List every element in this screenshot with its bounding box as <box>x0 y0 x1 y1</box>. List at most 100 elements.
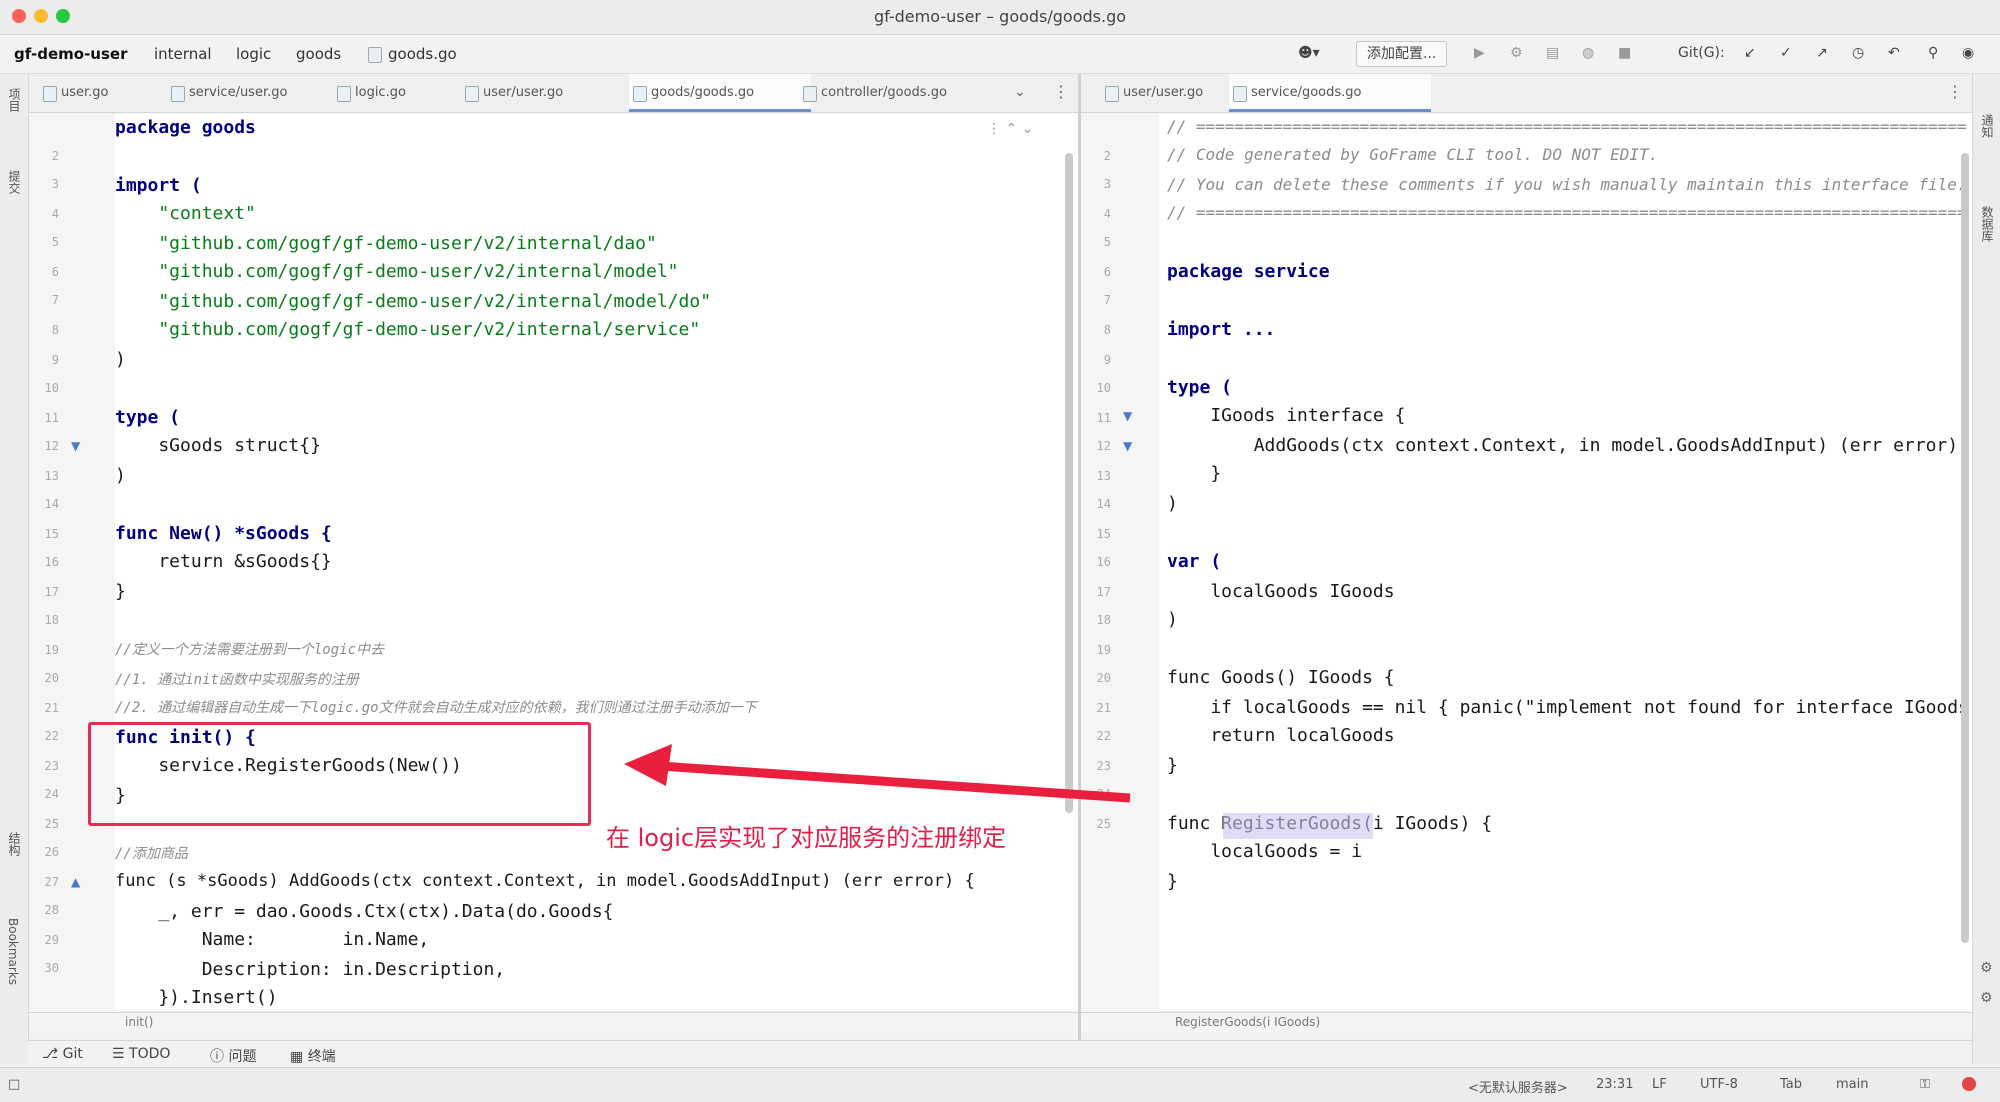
breadcrumb-internal[interactable]: internal <box>154 45 212 63</box>
tool-git[interactable]: ⎇ Git <box>42 1046 83 1062</box>
tab-service-goods-go[interactable]: service/goods.go <box>1229 74 1431 112</box>
error-indicator-icon[interactable] <box>1962 1077 1976 1091</box>
code-line: localGoods = i <box>1167 841 1363 862</box>
sidebar-structure[interactable]: 结构 <box>6 832 23 856</box>
event-log-icon[interactable]: ⚙ <box>1980 990 1993 1006</box>
line-number: 18 <box>44 613 59 627</box>
rollback-icon[interactable]: ↶ <box>1888 41 1900 65</box>
left-tool-sidebar: 项目 提交 结构 Bookmarks <box>0 74 29 1064</box>
debug-icon[interactable]: ⚙ <box>1510 41 1523 65</box>
profile-icon[interactable]: ◍ <box>1582 41 1594 65</box>
breadcrumb-project[interactable]: gf-demo-user <box>14 45 127 63</box>
code-line: func Goods() IGoods { <box>1167 667 1395 688</box>
user-icon[interactable]: ☻▾ <box>1298 41 1320 65</box>
git-push-icon[interactable]: ↗ <box>1816 41 1828 65</box>
git-branch-status[interactable]: main <box>1836 1077 1868 1092</box>
tab-right-user-go[interactable]: user/user.go <box>1101 74 1243 112</box>
server-status[interactable]: <无默认服务器> <box>1468 1077 1568 1096</box>
code-line: } <box>1167 463 1222 484</box>
editor-scope-hint[interactable]: init() <box>125 1015 153 1029</box>
implemented-gutter-icon[interactable]: ▼ <box>1123 439 1132 453</box>
tab-controller-goods-go[interactable]: controller/goods.go <box>799 74 1021 112</box>
encoding-status[interactable]: UTF-8 <box>1700 1077 1738 1092</box>
breadcrumb-file[interactable]: goods.go <box>388 45 457 63</box>
line-number: 20 <box>44 671 59 685</box>
implementation-gutter-icon[interactable]: ▼ <box>71 439 80 453</box>
vertical-scrollbar[interactable] <box>1065 153 1073 813</box>
line-number: 27 <box>44 875 59 889</box>
code-line: Description: in.Description, <box>115 959 506 980</box>
sidebar-notifications[interactable]: 通知 <box>1979 114 1996 138</box>
more-tabs-icon[interactable]: ⋮ <box>1053 82 1069 101</box>
tab-user-user-go[interactable]: user/user.go <box>461 74 643 112</box>
vertical-scrollbar[interactable] <box>1961 153 1969 943</box>
code-line: ) <box>115 349 126 370</box>
line-number: 4 <box>51 207 59 221</box>
tab-logic-go[interactable]: logic.go <box>333 74 475 112</box>
go-file-icon <box>465 86 479 102</box>
tab-list-chevron-icon[interactable]: ⌄ <box>1014 84 1026 100</box>
line-number: 21 <box>44 701 59 715</box>
implemented-gutter-icon[interactable]: ▼ <box>1123 409 1132 423</box>
line-number: 11 <box>44 411 59 425</box>
code-comment: //添加商品 <box>115 846 188 862</box>
line-number: 23 <box>44 759 59 773</box>
implements-gutter-icon[interactable]: ▲ <box>71 875 80 889</box>
settings-icon[interactable]: ⚙ <box>1980 960 1993 976</box>
line-separator[interactable]: LF <box>1652 1077 1667 1092</box>
code-comment: // You can delete these comments if you … <box>1167 175 1967 194</box>
go-file-icon <box>1105 86 1119 102</box>
go-file-icon <box>803 86 817 102</box>
tool-terminal[interactable]: ▦ 终端 <box>290 1046 336 1066</box>
line-number: 30 <box>44 961 59 975</box>
right-code-editor[interactable]: 2 3 4 5 6 7 8 9 10 11 12 ▼ ▼ 13 14 15 16… <box>1081 113 1972 1011</box>
line-number: 17 <box>1096 585 1111 599</box>
line-number: 22 <box>44 729 59 743</box>
editor-scope-hint[interactable]: RegisterGoods(i IGoods) <box>1175 1015 1320 1029</box>
ide-logo-icon[interactable]: ◉ <box>1962 41 1974 65</box>
tab-user-go[interactable]: user.go <box>39 74 181 112</box>
history-icon[interactable]: ◷ <box>1852 41 1864 65</box>
line-number: 7 <box>51 293 59 307</box>
sidebar-bookmarks[interactable]: Bookmarks <box>6 918 20 985</box>
breadcrumb-logic[interactable]: logic <box>236 45 271 63</box>
sidebar-commit[interactable]: 提交 <box>6 170 23 194</box>
right-editor-breadcrumb: RegisterGoods(i IGoods) <box>1081 1012 1972 1033</box>
line-number: 24 <box>44 787 59 801</box>
left-tab-bar: user.go service/user.go logic.go user/us… <box>29 74 1078 113</box>
lock-icon[interactable]: ⚿ <box>1920 1077 1930 1092</box>
editor-actions-icon[interactable]: ⋮ ⌃ ⌄ <box>987 121 1033 137</box>
sidebar-project[interactable]: 项目 <box>6 88 23 112</box>
bottom-toolbar: ⎇ Git ☰ TODO ⓘ 问题 ▦ 终端 <box>28 1040 1972 1067</box>
run-icon[interactable]: ▶ <box>1474 41 1485 65</box>
line-number: 29 <box>44 933 59 947</box>
git-commit-icon[interactable]: ✓ <box>1780 41 1792 65</box>
tab-goods-goods-go[interactable]: goods/goods.go <box>629 74 811 112</box>
tool-problems[interactable]: ⓘ 问题 <box>210 1046 256 1066</box>
line-number: 7 <box>1103 293 1111 307</box>
line-number: 9 <box>51 353 59 367</box>
tab-service-user-go[interactable]: service/user.go <box>167 74 349 112</box>
code-line: ) <box>115 465 126 486</box>
indent-status[interactable]: Tab <box>1780 1077 1802 1092</box>
code-line: ) <box>1167 609 1178 630</box>
more-tabs-icon[interactable]: ⋮ <box>1947 82 1963 101</box>
git-update-icon[interactable]: ↙ <box>1744 41 1756 65</box>
left-code-editor[interactable]: 2 3 4 5 6 7 8 9 10 11 12 ▼ 13 14 15 16 1… <box>29 113 1078 1011</box>
stop-icon[interactable]: ■ <box>1618 41 1631 65</box>
coverage-icon[interactable]: ▤ <box>1546 41 1559 65</box>
window-titlebar: gf-demo-user – goods/goods.go <box>0 0 2000 35</box>
add-configuration-button[interactable]: 添加配置... <box>1356 41 1448 67</box>
sidebar-database[interactable]: 数据库 <box>1979 206 1996 242</box>
right-tool-sidebar: 通知 数据库 ⚙ ⚙ <box>1972 74 2000 1064</box>
tab-label: service/user.go <box>189 85 288 100</box>
cursor-position[interactable]: 23:31 <box>1596 1077 1633 1092</box>
toggle-tool-windows-icon[interactable]: □ <box>8 1077 20 1092</box>
file-icon <box>368 47 382 63</box>
code-line: sGoods struct{} <box>115 435 321 456</box>
tool-todo[interactable]: ☰ TODO <box>112 1046 170 1062</box>
go-file-icon <box>43 86 57 102</box>
breadcrumb-goods[interactable]: goods <box>296 45 341 63</box>
code-line: Name: in.Name, <box>115 929 430 950</box>
search-icon[interactable]: ⚲ <box>1928 41 1938 65</box>
